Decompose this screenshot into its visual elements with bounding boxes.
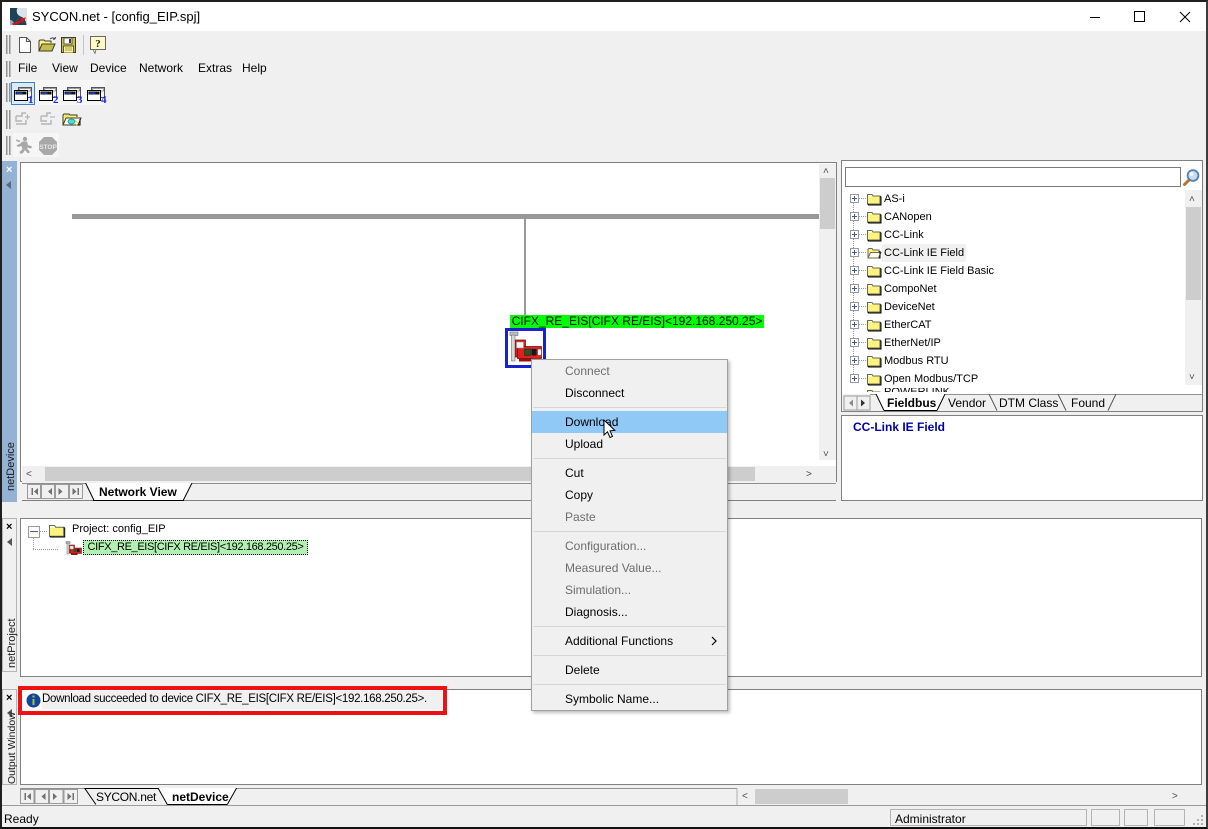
svg-text:?: ? [95, 38, 101, 50]
svg-text:Fieldbus: Fieldbus [887, 396, 937, 410]
svg-text:3: 3 [77, 94, 83, 104]
svg-text:STOP: STOP [39, 144, 57, 151]
svg-text:DTM Class: DTM Class [999, 396, 1058, 410]
svg-text:4: 4 [101, 94, 107, 104]
svg-text:SYCON.net: SYCON.net [96, 790, 157, 804]
svg-text:Found: Found [1071, 396, 1105, 410]
svg-text:Network View: Network View [99, 485, 177, 499]
svg-text:Vendor: Vendor [948, 396, 986, 410]
svg-text:1: 1 [28, 94, 34, 104]
svg-text:2: 2 [53, 94, 59, 104]
svg-text:netDevice: netDevice [172, 790, 229, 804]
